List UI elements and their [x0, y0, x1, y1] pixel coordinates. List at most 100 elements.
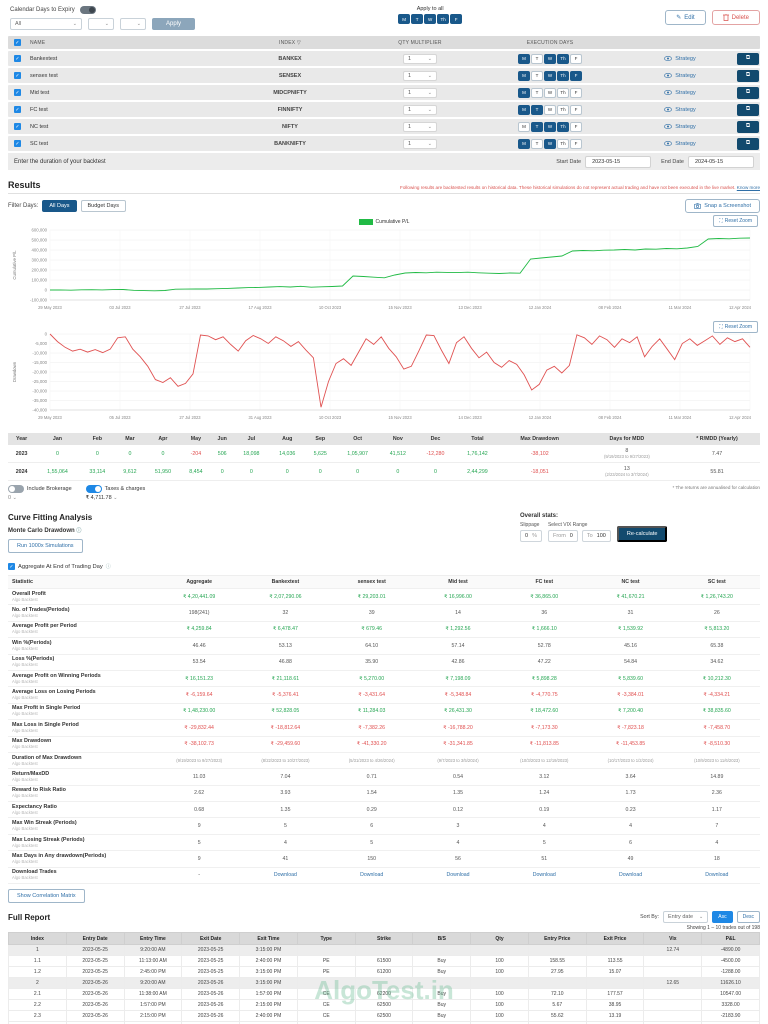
day-T-button[interactable]: T [531, 53, 543, 64]
day-F-button[interactable]: F [570, 121, 582, 132]
day-F-button[interactable]: F [450, 14, 463, 24]
strategy-checkbox[interactable]: ✓ [14, 72, 21, 79]
day-M-button[interactable]: M [518, 104, 530, 115]
day-T-button[interactable]: T [531, 138, 543, 149]
duplicate-strategy-button[interactable]: ⧉ [737, 86, 759, 99]
day-F-button[interactable]: F [570, 87, 582, 98]
day-M-button[interactable]: M [398, 14, 411, 24]
recalculate-button[interactable]: Re-calculate [616, 526, 668, 542]
day-T-button[interactable]: T [411, 14, 424, 24]
strategy-link[interactable]: Strategy [630, 124, 730, 130]
day-M-button[interactable]: M [518, 70, 530, 81]
download-trades-cell[interactable]: Download [674, 872, 760, 878]
day-F-button[interactable]: F [570, 70, 582, 81]
aggregate-eod-checkbox[interactable]: ✓ [8, 563, 15, 570]
filter-budget-days-button[interactable]: Budget Days [80, 200, 127, 212]
reset-zoom-button[interactable]: ⛶ Reset Zoom [713, 215, 758, 227]
duplicate-strategy-button[interactable]: ⧉ [737, 52, 759, 65]
vix-from-input[interactable]: From 0 [547, 530, 578, 542]
filter-select-2[interactable]: ⌄ [88, 18, 114, 30]
download-trades-cell[interactable]: - [156, 872, 242, 878]
strategy-checkbox[interactable]: ✓ [14, 55, 21, 62]
edit-button[interactable]: ✎ Edit [665, 10, 706, 25]
download-trades-cell[interactable]: Download [587, 872, 673, 878]
start-date-input[interactable]: 2023-05-15 [585, 155, 652, 168]
include-brokerage-toggle[interactable] [8, 485, 24, 493]
day-M-button[interactable]: M [518, 53, 530, 64]
select-all-checkbox[interactable]: ✓ [14, 39, 21, 46]
snap-screenshot-button[interactable]: Snap a Screenshot [685, 199, 760, 213]
sort-asc-button[interactable]: Asc [712, 911, 733, 924]
strategy-checkbox[interactable]: ✓ [14, 140, 21, 147]
apply-button[interactable]: Apply [152, 18, 196, 30]
day-T-button[interactable]: T [531, 121, 543, 132]
qty-multiplier-select[interactable]: 1 ⌄ [403, 104, 437, 115]
trade-row[interactable]: 2.1 2023-05-26 11:38:00 AM 2023-05-26 1:57:0… [8, 988, 760, 1001]
day-W-button[interactable]: W [424, 14, 437, 24]
brokerage-value[interactable]: 0 ⌄ [8, 495, 72, 501]
qty-multiplier-select[interactable]: 1 ⌄ [403, 87, 437, 98]
day-M-button[interactable]: M [518, 138, 530, 149]
day-W-button[interactable]: W [544, 53, 556, 64]
delete-button[interactable]: Delete [711, 10, 760, 25]
day-F-button[interactable]: F [570, 53, 582, 64]
day-Th-button[interactable]: Th [557, 87, 569, 98]
reset-zoom-button[interactable]: ⛶ Reset Zoom [713, 321, 758, 333]
strategy-checkbox[interactable]: ✓ [14, 106, 21, 113]
strategy-link[interactable]: Strategy [630, 107, 730, 113]
day-Th-button[interactable]: Th [557, 104, 569, 115]
day-M-button[interactable]: M [518, 87, 530, 98]
strategy-link[interactable]: Strategy [630, 73, 730, 79]
download-trades-cell[interactable]: Download [415, 872, 501, 878]
filter-select-1[interactable]: All ⌄ [10, 18, 82, 30]
day-Th-button[interactable]: Th [557, 121, 569, 132]
sort-desc-button[interactable]: Desc [736, 911, 760, 924]
day-W-button[interactable]: W [544, 87, 556, 98]
trade-row[interactable]: 2 2023-05-26 9:20:00 AM 2023-05-26 3:15:00 P… [8, 977, 760, 990]
filter-all-days-button[interactable]: All Days [42, 200, 77, 212]
day-T-button[interactable]: T [531, 87, 543, 98]
know-more-link[interactable]: Know more [737, 185, 760, 190]
strategy-checkbox[interactable]: ✓ [14, 123, 21, 130]
download-trades-cell[interactable]: Download [329, 872, 415, 878]
day-Th-button[interactable]: Th [557, 53, 569, 64]
col-index[interactable]: INDEX ▽ [210, 40, 370, 46]
download-trades-cell[interactable]: Download [501, 872, 587, 878]
day-W-button[interactable]: W [544, 121, 556, 132]
duplicate-strategy-button[interactable]: ⧉ [737, 120, 759, 133]
drawdown-chart[interactable]: 0 -5,000 -10,000 -15,000 -20,000 -25,000 -30,0… [8, 330, 758, 422]
qty-multiplier-select[interactable]: 1 ⌄ [403, 121, 437, 132]
day-T-button[interactable]: T [531, 104, 543, 115]
day-Th-button[interactable]: Th [557, 70, 569, 81]
run-simulations-button[interactable]: Run 1000x Simulations [8, 539, 83, 553]
day-T-button[interactable]: T [531, 70, 543, 81]
day-W-button[interactable]: W [544, 104, 556, 115]
trade-row[interactable]: 2.2 2023-05-26 1:57:00 PM 2023-05-26 2:15:00… [8, 999, 760, 1012]
slippage-input[interactable]: 0% [520, 530, 542, 542]
taxes-value[interactable]: ₹ 4,711.78 ⌄ [86, 495, 146, 501]
trade-row[interactable]: 1.2 2023-05-25 2:45:00 PM 2023-05-25 3:15:00… [8, 966, 760, 979]
strategy-checkbox[interactable]: ✓ [14, 89, 21, 96]
cumulative-pnl-chart[interactable]: 600,000 500,000 400,000 300,000 200,000 100,0… [8, 226, 758, 312]
strategy-link[interactable]: Strategy [630, 141, 730, 147]
trade-row[interactable]: 2.3 2023-05-26 2:15:00 PM 2023-05-26 2:40:00… [8, 1010, 760, 1023]
duplicate-strategy-button[interactable]: ⧉ [737, 103, 759, 116]
day-F-button[interactable]: F [570, 104, 582, 115]
vix-to-input[interactable]: To 100 [581, 530, 611, 542]
day-M-button[interactable]: M [518, 121, 530, 132]
duplicate-strategy-button[interactable]: ⧉ [737, 137, 759, 150]
filter-select-3[interactable]: ⌄ [120, 18, 146, 30]
day-Th-button[interactable]: Th [437, 14, 450, 24]
sort-select[interactable]: Entry date ⌄ [662, 911, 709, 924]
strategy-link[interactable]: Strategy [630, 56, 730, 62]
qty-multiplier-select[interactable]: 1 ⌄ [403, 138, 437, 149]
trade-row[interactable]: 1.1 2023-05-25 11:13:00 AM 2023-05-25 2:40:0… [8, 955, 760, 968]
day-F-button[interactable]: F [570, 138, 582, 149]
show-correlation-button[interactable]: Show Correlation Matrix [8, 889, 85, 904]
trade-row[interactable]: 1 2023-05-25 9:20:00 AM 2023-05-25 3:15:00 P… [8, 944, 760, 957]
strategy-link[interactable]: Strategy [630, 90, 730, 96]
download-trades-cell[interactable]: Download [242, 872, 328, 878]
duplicate-strategy-button[interactable]: ⧉ [737, 69, 759, 82]
qty-multiplier-select[interactable]: 1 ⌄ [403, 70, 437, 81]
day-W-button[interactable]: W [544, 138, 556, 149]
